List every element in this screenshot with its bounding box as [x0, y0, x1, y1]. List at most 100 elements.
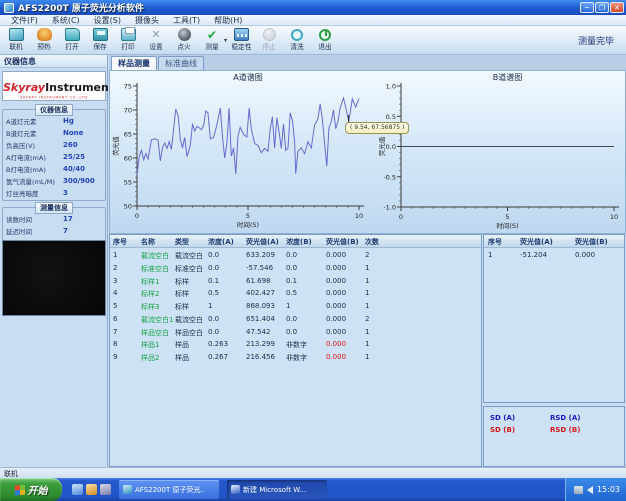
statistics-box: SD (A) RSD (A) SD (B) RSD (B) [483, 406, 625, 467]
start-button[interactable]: 开始 [0, 478, 62, 501]
svg-text:65: 65 [124, 131, 132, 139]
task-button-icon [123, 485, 132, 494]
info-label: 延迟时间 [6, 227, 32, 236]
table-cell: 非数字 [286, 340, 307, 350]
minimize-button[interactable]: ─ [580, 2, 594, 13]
table-row[interactable]: 9样品2样品0.267216.456非数字0.0001 [110, 352, 481, 364]
table-cell: 0.5 [286, 289, 297, 297]
toolbar-button-点火[interactable]: 点火 [170, 26, 198, 54]
toolbar-button-清洗[interactable]: 清洗 [283, 26, 311, 54]
table-cell: 样品2 [141, 353, 159, 363]
tab-1[interactable]: 标准曲线 [158, 56, 204, 70]
toolbar-button-label: 打开 [65, 42, 78, 52]
tab-0[interactable]: 样品测量 [111, 56, 157, 70]
column-header[interactable]: 浓度(B) [286, 237, 312, 247]
menu-item-1[interactable]: 系统(C) [45, 15, 87, 26]
os-taskbar: 开始 AFS2200T 原子荧光..新建 Microsoft W... 15:0… [0, 478, 626, 501]
table-row[interactable]: 5标样3标样1868.09310.0001 [110, 301, 481, 313]
table-cell: -57.546 [246, 264, 273, 272]
toolbar-button-退出[interactable]: 退出 [311, 26, 339, 54]
toolbar-button-联机[interactable]: 联机 [2, 26, 30, 54]
task-button-1[interactable]: 新建 Microsoft W... [227, 480, 327, 499]
table-row[interactable]: 3标样1标样0.161.6980.10.0001 [110, 276, 481, 288]
table-cell: 载流空白1 [141, 315, 173, 325]
app-window: AFS2200T 原子荧光分析软件 ─ ❐ ✕ 文件(F)系统(C)设置(S)摄… [0, 0, 626, 501]
column-header[interactable]: 次数 [365, 237, 379, 247]
info-row: B道灯元素None [3, 127, 105, 139]
table-row[interactable]: 7样品空白样品空白0.047.5420.00.0001 [110, 327, 481, 339]
table-cell: 0.000 [326, 251, 346, 259]
column-header[interactable]: 荧光值(B) [575, 237, 608, 247]
toolbar-button-预热[interactable]: 预热 [30, 26, 58, 54]
toolbar-button-测量[interactable]: ✔测量 [198, 26, 226, 54]
app-icon [4, 3, 14, 13]
column-header[interactable]: 名称 [141, 237, 155, 247]
statusbar: 联机 [0, 467, 626, 478]
table-row[interactable]: 1-51.2040.000 [484, 250, 624, 262]
menu-item-4[interactable]: 工具(T) [166, 15, 207, 26]
svg-text:75: 75 [124, 83, 132, 91]
toolbar-button-稳定性[interactable]: 稳定性 [227, 26, 255, 54]
table-header-row: 序号 荧光值(A) 荧光值(B) [484, 235, 624, 248]
info-row: 灯丝亮暗度3 [3, 187, 105, 199]
table-cell: 0.1 [286, 277, 297, 285]
toolbar-button-打印[interactable]: 打印 [114, 26, 142, 54]
info-row: A道灯元素Hg [3, 115, 105, 127]
info-label: 读数时间 [6, 215, 32, 224]
menu-item-2[interactable]: 设置(S) [87, 15, 128, 26]
info-value: 7 [63, 227, 68, 235]
menu-item-3[interactable]: 摄像头 [128, 15, 166, 26]
svg-text:0.0: 0.0 [386, 143, 396, 151]
table-row[interactable]: 6载流空白1载流空白0.0651.4040.00.0002 [110, 314, 481, 326]
toolbar-button-设置[interactable]: ✕设置 [142, 26, 170, 54]
volume-icon[interactable] [587, 486, 593, 494]
column-header[interactable]: 浓度(A) [208, 237, 234, 247]
table-cell: 402.427 [246, 289, 275, 297]
column-header[interactable]: 荧光值(B) [326, 237, 359, 247]
menu-item-0[interactable]: 文件(F) [4, 15, 45, 26]
info-label: 负高压(V) [6, 141, 35, 150]
monitor-icon [9, 28, 24, 41]
table-cell: 样品 [175, 353, 189, 363]
table-cell: 9 [113, 353, 117, 361]
table-row[interactable]: 8样品1样品0.263213.299非数字0.0001 [110, 339, 481, 351]
table-cell: 0.0 [208, 328, 219, 336]
toolbar-button-保存[interactable]: 保存 [86, 26, 114, 54]
svg-text:60: 60 [124, 155, 132, 163]
quick-launch-icon-3[interactable] [100, 484, 111, 495]
column-header[interactable]: 荧光值(A) [520, 237, 553, 247]
table-cell: 0.0 [286, 328, 297, 336]
table-cell: 标准空白 [175, 264, 203, 274]
tooltip-anchor-marker [348, 115, 349, 122]
task-button-0[interactable]: AFS2200T 原子荧光.. [119, 480, 219, 499]
restore-button[interactable]: ❐ [595, 2, 609, 13]
column-header[interactable]: 序号 [488, 237, 502, 247]
table-cell: 61.698 [246, 277, 271, 285]
close-button[interactable]: ✕ [610, 2, 624, 13]
info-row: 氩气流量(mL/M)300/900 [3, 175, 105, 187]
table-cell: 0.000 [326, 340, 346, 348]
column-header[interactable]: 荧光值(A) [246, 237, 279, 247]
table-cell: 标样 [175, 289, 189, 299]
menu-item-5[interactable]: 帮助(H) [207, 15, 249, 26]
info-label: A灯电流(mA) [6, 153, 46, 162]
info-row: 读数时间17 [3, 213, 105, 225]
toolbar-button-打开[interactable]: 打开 [58, 26, 86, 54]
titlebar: AFS2200T 原子荧光分析软件 ─ ❐ ✕ [0, 0, 626, 15]
table-cell: 载流空白 [175, 315, 203, 325]
table-cell: 载流空白 [141, 251, 169, 261]
info-value: 260 [63, 141, 78, 149]
svg-text:1.0: 1.0 [386, 83, 396, 91]
info-value: 300/900 [63, 177, 95, 185]
quick-launch-icon-1[interactable] [72, 484, 83, 495]
table-row[interactable]: 2标准空白标准空白0.0-57.5460.00.0001 [110, 263, 481, 275]
table-row[interactable]: 1载流空白载流空白0.0633.2090.00.0002 [110, 250, 481, 262]
table-row[interactable]: 4标样2标样0.5402.4270.50.0001 [110, 288, 481, 300]
tray-icon[interactable] [574, 486, 583, 494]
quick-launch-icon-2[interactable] [86, 484, 97, 495]
table-cell: 标样1 [141, 277, 159, 287]
folder-open-icon [65, 28, 80, 41]
table-cell: 2 [365, 251, 369, 259]
column-header[interactable]: 类型 [175, 237, 189, 247]
column-header[interactable]: 序号 [113, 237, 127, 247]
